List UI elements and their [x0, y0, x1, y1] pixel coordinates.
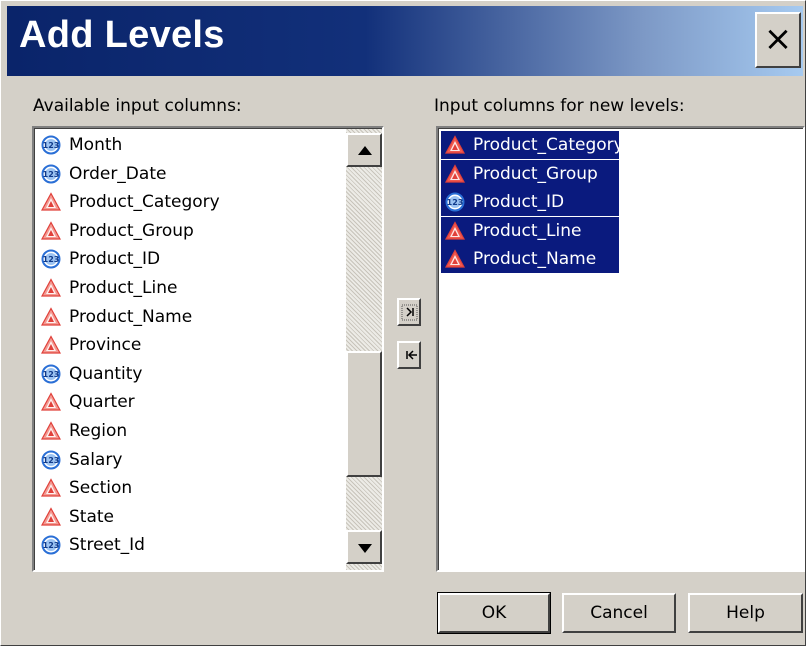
numeric-column-icon: 123	[41, 135, 61, 155]
list-item[interactable]: 123 Quantity	[37, 360, 142, 388]
title-bar[interactable]: Add Levels ×	[7, 6, 803, 76]
available-list-viewport: 123 Month 123 Order_Date Product_Category Pro…	[34, 128, 382, 570]
list-item-label: Product_Name	[69, 306, 193, 327]
character-column-icon	[41, 478, 61, 497]
list-item-label: Region	[69, 421, 128, 441]
numeric-column-icon: 123	[445, 192, 465, 212]
list-item-label: Product_ID	[473, 192, 565, 213]
list-item-label: Salary	[69, 449, 123, 470]
remove-arrow-icon	[406, 350, 417, 360]
available-columns-list[interactable]: 123 Month 123 Order_Date Product_Category Pro…	[32, 126, 384, 572]
character-column-icon	[41, 221, 61, 240]
available-columns-label: Available input columns:	[33, 96, 242, 116]
selected-columns-label: Input columns for new levels:	[434, 96, 685, 116]
ok-button[interactable]: OK	[437, 592, 551, 634]
list-item-label: Product_ID	[69, 249, 161, 270]
numeric-column-icon: 123	[41, 364, 61, 384]
list-item-label: Product_Category	[473, 135, 624, 155]
list-item-label: Product_Group	[473, 163, 598, 184]
character-column-icon	[41, 421, 61, 440]
list-item-label: Province	[69, 335, 142, 356]
svg-text:123: 123	[43, 542, 60, 551]
list-item-label: State	[69, 506, 114, 527]
help-button[interactable]: Help	[688, 593, 803, 633]
list-item[interactable]: Product_Group	[441, 159, 619, 188]
svg-text:123: 123	[43, 370, 60, 379]
character-column-icon	[445, 221, 465, 240]
dialog-title: Add Levels	[19, 14, 225, 56]
arrow-down-icon	[358, 544, 372, 553]
svg-text:123: 123	[43, 141, 60, 150]
character-column-icon	[445, 135, 465, 154]
character-column-icon	[445, 163, 465, 183]
close-button[interactable]: ×	[755, 12, 801, 68]
list-item[interactable]: 123 Product_ID	[441, 188, 619, 217]
list-item[interactable]: Product_Name	[37, 303, 192, 331]
list-item[interactable]: Region	[37, 417, 127, 445]
selected-columns-list[interactable]: Product_Category Product_Group 123 Product_…	[436, 126, 805, 572]
list-item-label: Product_Line	[69, 278, 178, 298]
list-item-label: Quantity	[69, 363, 143, 384]
list-item-label: Product_Group	[69, 220, 194, 241]
numeric-column-icon: 123	[41, 249, 61, 269]
list-item[interactable]: State	[37, 503, 114, 531]
list-item-label: Order_Date	[69, 163, 167, 184]
list-item[interactable]: Product_Line	[441, 216, 619, 245]
list-item-label: Product_Category	[69, 192, 220, 213]
svg-text:123: 123	[43, 456, 60, 465]
numeric-column-icon: 123	[41, 450, 61, 470]
list-item-label: Section	[69, 478, 133, 499]
arrow-up-icon	[358, 146, 372, 155]
list-item[interactable]: Product_Category	[441, 131, 624, 159]
add-arrow-icon	[401, 304, 418, 321]
list-item[interactable]: Product_Line	[37, 274, 177, 302]
list-item[interactable]: 123 Salary	[37, 446, 122, 474]
list-item[interactable]: 123 Month	[37, 131, 122, 159]
character-column-icon	[41, 192, 61, 211]
list-item[interactable]: Product_Category	[37, 188, 220, 216]
list-item-label: Street_Id	[69, 535, 145, 556]
svg-text:123: 123	[447, 198, 464, 207]
cancel-button[interactable]: Cancel	[562, 593, 676, 633]
list-item[interactable]: Province	[37, 331, 141, 359]
character-column-icon	[41, 392, 61, 411]
svg-text:123: 123	[43, 170, 60, 179]
list-item[interactable]: 123 Order_Date	[37, 160, 166, 188]
list-item-label: Month	[69, 135, 123, 155]
scroll-down-button[interactable]	[346, 530, 382, 564]
character-column-icon	[41, 335, 61, 354]
numeric-column-icon: 123	[41, 164, 61, 184]
list-item[interactable]: Section	[37, 474, 132, 502]
character-column-icon	[41, 306, 61, 326]
list-item-label: Product_Line	[473, 220, 582, 241]
list-item[interactable]: Product_Name	[441, 245, 619, 274]
scroll-thumb[interactable]	[346, 351, 382, 477]
remove-column-button[interactable]	[397, 341, 421, 369]
numeric-column-icon: 123	[41, 535, 61, 555]
list-item[interactable]: Product_Group	[37, 217, 194, 245]
character-column-icon	[445, 249, 465, 268]
selected-list-viewport: Product_Category Product_Group 123 Product_…	[438, 128, 803, 570]
list-item[interactable]: 123 Street_Id	[37, 531, 145, 559]
add-levels-dialog: Add Levels × Available input columns: In…	[0, 0, 806, 646]
list-item-label: Product_Name	[473, 249, 597, 270]
list-item[interactable]: Quarter	[37, 388, 135, 416]
character-column-icon	[41, 278, 61, 297]
scroll-up-button[interactable]	[346, 133, 382, 167]
character-column-icon	[41, 507, 61, 526]
close-icon: ×	[763, 19, 793, 59]
svg-text:123: 123	[43, 256, 60, 265]
add-column-button[interactable]	[397, 298, 421, 326]
vertical-scrollbar[interactable]	[346, 129, 382, 570]
list-item[interactable]: 123 Product_ID	[37, 245, 160, 273]
list-item-label: Quarter	[69, 392, 135, 413]
